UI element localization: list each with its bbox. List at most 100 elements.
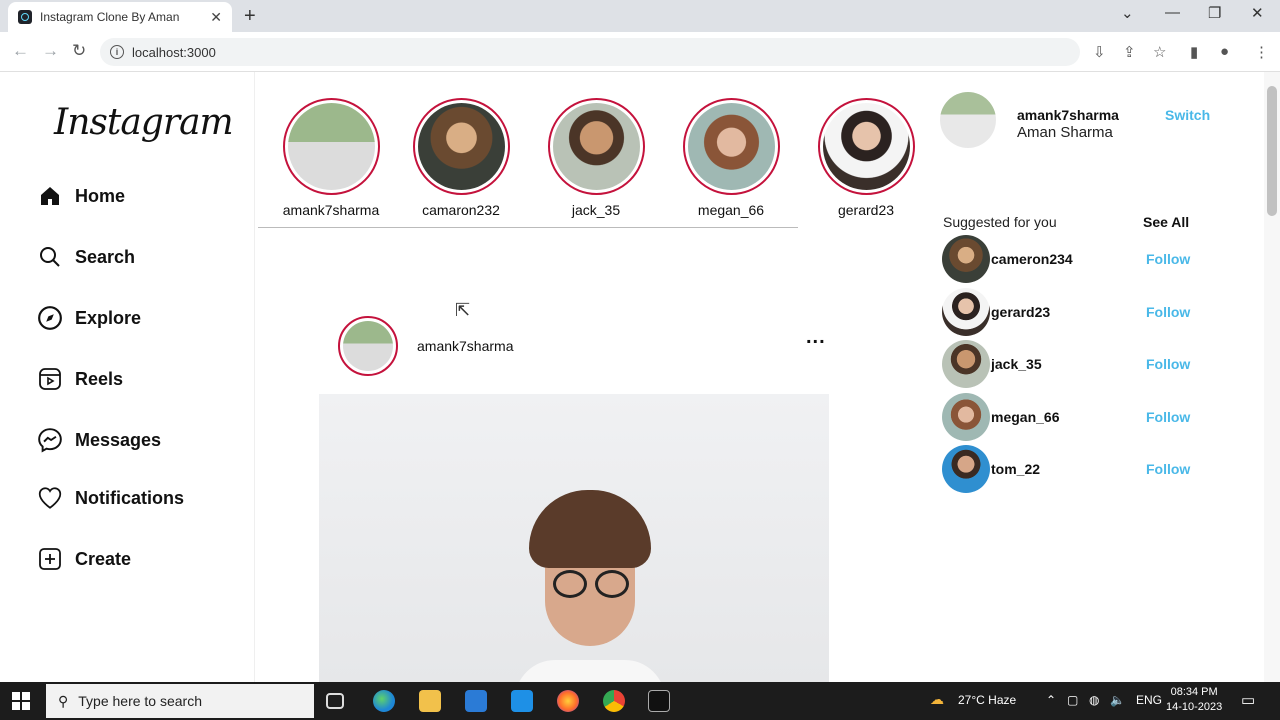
- story-item[interactable]: jack_35: [541, 98, 651, 218]
- post-photo-subject: [515, 490, 665, 682]
- left-sidebar: Instagram Home Search Explore Reels Mess…: [0, 72, 255, 682]
- story-item[interactable]: megan_66: [676, 98, 786, 218]
- scrollbar-thumb[interactable]: [1267, 86, 1277, 216]
- story-avatar: [817, 98, 915, 195]
- minimize-button[interactable]: —: [1165, 4, 1180, 21]
- mail-icon[interactable]: [511, 690, 533, 712]
- post-author-avatar[interactable]: [338, 316, 398, 376]
- nav-explore[interactable]: Explore: [36, 304, 141, 332]
- suggestion-row: cameron234 Follow: [942, 235, 1202, 283]
- suggestion-avatar[interactable]: [942, 235, 990, 283]
- page-scrollbar[interactable]: [1264, 72, 1280, 682]
- search-icon: [36, 243, 64, 271]
- terminal-icon[interactable]: [648, 690, 670, 712]
- suggestion-username[interactable]: cameron234: [991, 251, 1073, 267]
- language-indicator[interactable]: ENG: [1136, 693, 1162, 707]
- profile-icon[interactable]: ●: [1220, 43, 1229, 60]
- nav-label: Search: [75, 246, 136, 267]
- nav-reels[interactable]: Reels: [36, 365, 123, 393]
- story-item[interactable]: camaron232: [406, 98, 516, 218]
- file-explorer-icon[interactable]: [419, 690, 441, 712]
- suggestion-avatar[interactable]: [942, 393, 990, 441]
- install-icon[interactable]: ⇩: [1093, 43, 1106, 61]
- suggestion-username[interactable]: megan_66: [991, 409, 1059, 425]
- suggestion-avatar[interactable]: [942, 340, 990, 388]
- firefox-icon[interactable]: [557, 690, 579, 712]
- network-icon[interactable]: ◍: [1089, 693, 1099, 707]
- follow-button[interactable]: Follow: [1146, 461, 1190, 477]
- new-tab-button[interactable]: +: [244, 5, 256, 28]
- nav-messages[interactable]: Messages: [36, 426, 161, 454]
- suggestion-username[interactable]: gerard23: [991, 304, 1050, 320]
- nav-home[interactable]: Home: [36, 182, 125, 210]
- plus-square-icon: [36, 545, 64, 573]
- reels-icon: [36, 365, 64, 393]
- menu-kebab-icon[interactable]: ⋮: [1254, 43, 1269, 61]
- story-item[interactable]: gerard23: [811, 98, 921, 218]
- meet-icon[interactable]: ▢: [1067, 693, 1078, 707]
- current-user-avatar[interactable]: [940, 92, 996, 148]
- story-username: camaron232: [422, 202, 500, 218]
- taskbar-clock[interactable]: 08:34 PM 14-10-2023: [1166, 685, 1222, 715]
- post-image[interactable]: [319, 394, 829, 682]
- suggestion-username[interactable]: tom_22: [991, 461, 1040, 477]
- story-avatar: [412, 98, 510, 195]
- share-icon[interactable]: ⇪: [1123, 43, 1136, 61]
- nav-create[interactable]: Create: [36, 545, 131, 573]
- taskbar-search-box[interactable]: ⚲ Type here to search: [46, 684, 314, 718]
- address-bar[interactable]: i localhost:3000: [100, 38, 1080, 66]
- nav-notifications[interactable]: Notifications: [36, 484, 184, 512]
- side-panel-icon[interactable]: ▮: [1190, 43, 1198, 61]
- nav-label: Reels: [75, 368, 124, 389]
- heart-icon: [36, 484, 64, 512]
- chevron-up-icon[interactable]: ⌃: [1046, 693, 1056, 707]
- browser-toolbar: ← → ↻ i localhost:3000 ⇩ ⇪ ☆ ▮ ● ⋮: [0, 32, 1280, 72]
- story-item[interactable]: amank7sharma: [276, 98, 386, 218]
- suggestion-row: megan_66 Follow: [942, 393, 1202, 441]
- story-username: jack_35: [571, 202, 621, 218]
- weather-text[interactable]: 27°C Haze: [958, 693, 1016, 707]
- chrome-icon[interactable]: [603, 690, 625, 712]
- stories-bar: amank7sharma camaron232 jack_35 megan_66…: [258, 72, 915, 228]
- volume-icon[interactable]: 🔈: [1110, 693, 1125, 707]
- instagram-logo[interactable]: Instagram: [54, 102, 234, 143]
- clock-date: 14-10-2023: [1166, 701, 1223, 713]
- follow-button[interactable]: Follow: [1146, 409, 1190, 425]
- suggestion-avatar[interactable]: [942, 445, 990, 493]
- story-avatar: [547, 98, 645, 195]
- follow-button[interactable]: Follow: [1146, 304, 1190, 320]
- post-author-username[interactable]: amank7sharma: [417, 338, 514, 354]
- nav-label: Explore: [75, 307, 142, 328]
- suggestions-title: Suggested for you: [943, 214, 1057, 230]
- forward-arrow-icon[interactable]: →: [42, 41, 59, 61]
- taskbar-search-placeholder: Type here to search: [78, 693, 203, 709]
- tab-close-button[interactable]: ✕: [210, 9, 222, 26]
- see-all-link[interactable]: See All: [1143, 214, 1189, 230]
- nav-label: Create: [75, 548, 132, 569]
- switch-account-button[interactable]: Switch: [1165, 107, 1210, 123]
- post-more-options-button[interactable]: ...: [806, 326, 826, 349]
- notification-center-icon[interactable]: ▭: [1241, 691, 1255, 709]
- follow-button[interactable]: Follow: [1146, 251, 1190, 267]
- bookmark-star-icon[interactable]: ☆: [1153, 43, 1166, 61]
- back-arrow-icon[interactable]: ←: [12, 41, 29, 61]
- current-user-username[interactable]: amank7sharma: [1017, 107, 1119, 123]
- weather-icon[interactable]: ☁: [930, 691, 944, 708]
- react-favicon-icon: [18, 10, 32, 24]
- edge-browser-icon[interactable]: [373, 690, 395, 712]
- suggestion-avatar[interactable]: [942, 288, 990, 336]
- follow-button[interactable]: Follow: [1146, 356, 1190, 372]
- nav-label: Notifications: [75, 487, 185, 508]
- restore-button[interactable]: ❐: [1208, 4, 1221, 22]
- nav-search[interactable]: Search: [36, 243, 135, 271]
- windows-start-icon[interactable]: [12, 692, 30, 710]
- search-icon: ⚲: [58, 692, 69, 709]
- close-window-button[interactable]: ✕: [1251, 4, 1264, 22]
- suggestion-username[interactable]: jack_35: [991, 356, 1042, 372]
- info-icon[interactable]: i: [110, 45, 124, 59]
- chevron-down-icon[interactable]: ⌄: [1121, 4, 1134, 22]
- browser-tab[interactable]: Instagram Clone By Aman ✕: [8, 2, 232, 32]
- task-view-icon[interactable]: [326, 693, 344, 709]
- store-icon[interactable]: [465, 690, 487, 712]
- reload-icon[interactable]: ↻: [72, 41, 86, 61]
